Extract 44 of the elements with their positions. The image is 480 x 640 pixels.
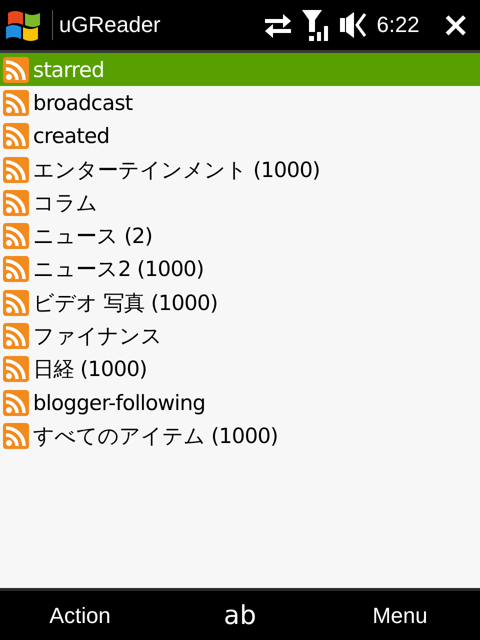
rss-feed-icon: [3, 256, 29, 282]
action-softkey[interactable]: Action: [43, 602, 117, 628]
feed-row[interactable]: broadcast: [0, 86, 480, 120]
rss-feed-icon: [3, 156, 29, 183]
rss-feed-icon: [3, 190, 29, 216]
rss-feed-icon: [3, 56, 29, 83]
feed-label: blogger-following: [33, 390, 206, 415]
connectivity-arrows-icon[interactable]: [262, 12, 293, 38]
rss-feed-icon: [3, 290, 29, 316]
close-button[interactable]: ×: [442, 8, 470, 42]
signal-icon[interactable]: [300, 8, 331, 42]
rss-feed-icon: [3, 422, 29, 449]
rss-feed-icon: [3, 323, 29, 350]
window-title: uGReader: [52, 10, 255, 40]
feed-row[interactable]: ファイナンス: [0, 319, 480, 353]
feed-label: ニュース (2): [33, 223, 152, 250]
rss-feed-icon: [3, 223, 29, 250]
menu-softkey[interactable]: Menu: [366, 602, 434, 628]
feed-row[interactable]: エンターテインメント (1000): [0, 152, 480, 186]
feed-row[interactable]: コラム: [0, 186, 480, 220]
feed-row[interactable]: ニュース (2): [0, 219, 480, 253]
feed-label: ファイナンス: [33, 323, 162, 350]
speaker-icon[interactable]: [338, 10, 369, 40]
feed-row[interactable]: ニュース2 (1000): [0, 252, 480, 286]
rss-feed-icon: [3, 123, 29, 150]
feed-label: すべてのアイテム (1000): [33, 422, 278, 450]
feed-row[interactable]: ビデオ 写真 (1000): [0, 286, 480, 320]
feed-label: コラム: [33, 190, 98, 217]
input-mode-indicator[interactable]: ab: [224, 600, 256, 630]
feed-row[interactable]: すべてのアイテム (1000): [0, 419, 480, 453]
feed-row[interactable]: created: [0, 120, 480, 153]
rss-feed-icon: [3, 90, 29, 116]
feed-label: broadcast: [33, 90, 133, 115]
feed-row[interactable]: 日経 (1000): [0, 352, 480, 386]
feed-label: starred: [33, 58, 104, 82]
feed-label: ニュース2 (1000): [33, 256, 204, 284]
feed-label: エンターテインメント (1000): [33, 156, 320, 184]
feed-label: created: [33, 124, 110, 148]
feed-label: ビデオ 写真 (1000): [33, 290, 218, 317]
rss-feed-icon: [3, 390, 29, 416]
clock-time[interactable]: 6:22: [376, 12, 420, 38]
feed-row[interactable]: blogger-following: [0, 386, 480, 420]
rss-feed-icon: [3, 356, 29, 382]
feed-label: 日経 (1000): [33, 356, 148, 384]
